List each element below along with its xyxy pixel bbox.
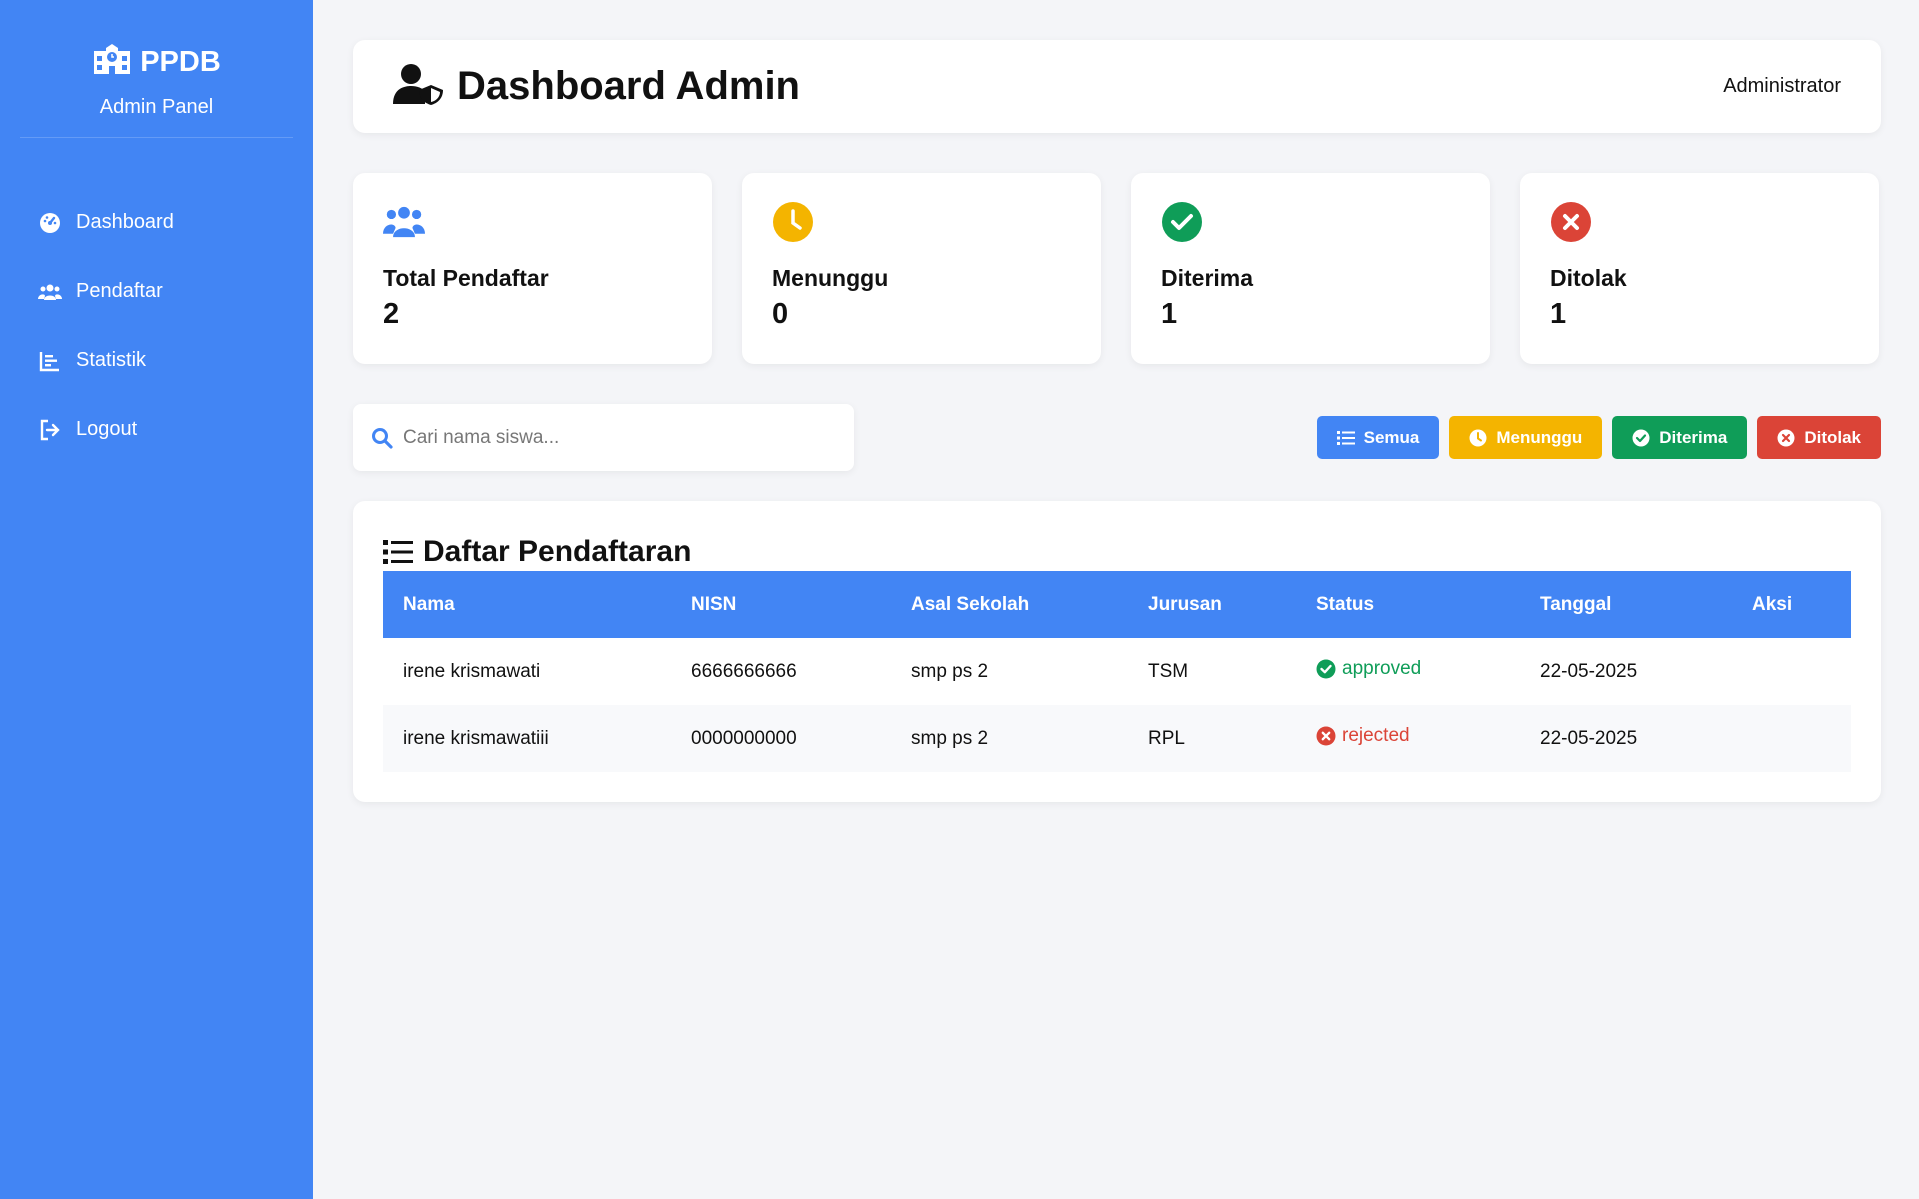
stat-card-menunggu: Menunggu 0: [742, 173, 1101, 364]
stat-value: 0: [772, 298, 789, 330]
x-circle-icon: [1550, 201, 1592, 243]
brand-name: PPDB: [140, 45, 221, 78]
stat-value: 2: [383, 298, 400, 330]
stat-label: Menunggu: [772, 265, 889, 291]
cell-tanggal: 22-05-2025: [1540, 660, 1638, 682]
users-icon: [38, 284, 62, 300]
school-icon: [92, 42, 132, 82]
sidebar-item-label: Logout: [76, 418, 138, 440]
column-header: Asal Sekolah: [891, 571, 1128, 638]
header-left: Dashboard Admin: [393, 63, 800, 110]
column-header: Status: [1296, 571, 1520, 638]
sidebar-item-label: Dashboard: [76, 211, 174, 233]
x-circle-icon: [1777, 429, 1795, 446]
filter-semua-button[interactable]: Semua: [1316, 416, 1440, 459]
page-title: Dashboard Admin: [457, 64, 800, 108]
status-badge: rejected: [1316, 725, 1410, 747]
users-icon: [383, 201, 425, 243]
column-header: Aksi: [1732, 571, 1851, 638]
toolbar: Semua Menunggu Diterima Ditolak: [353, 404, 1881, 471]
sidebar-item-label: Pendaftar: [76, 280, 163, 302]
list-icon: [383, 540, 413, 564]
filter-diterima-button[interactable]: Diterima: [1612, 416, 1748, 459]
check-circle-icon: [1161, 201, 1203, 243]
stat-label: Diterima: [1161, 265, 1254, 291]
column-header: Tanggal: [1520, 571, 1732, 638]
gauge-icon: [40, 212, 60, 233]
check-circle-icon: [1632, 429, 1650, 446]
status-text: approved: [1342, 658, 1422, 679]
cell-status: approved: [1296, 638, 1520, 705]
sidebar-item-pendaftar[interactable]: Pendaftar: [0, 257, 313, 326]
check-circle-icon: [1316, 659, 1336, 679]
brand: PPDB Admin Panel: [20, 0, 293, 138]
column-header: Nama: [383, 571, 671, 638]
sidebar-item-label: Statistik: [76, 349, 147, 371]
filter-ditolak-button[interactable]: Ditolak: [1757, 416, 1881, 459]
clock-icon: [1469, 429, 1487, 446]
cell-aksi: [1732, 705, 1851, 772]
registration-table: Nama NISN Asal Sekolah Jurusan Status Ta…: [383, 571, 1851, 772]
cell-asal-sekolah: smp ps 2: [911, 660, 989, 682]
cell-jurusan: RPL: [1128, 705, 1296, 772]
cell-nisn: 0000000000: [671, 705, 891, 772]
search-box: [353, 404, 854, 471]
clock-icon: [772, 201, 814, 243]
cell-tanggal: 22-05-2025: [1520, 705, 1732, 772]
cell-status: rejected: [1296, 705, 1520, 772]
sidebar: PPDB Admin Panel Dashboard Pendaftar Sta…: [0, 0, 313, 1199]
stat-card-diterima: Diterima 1: [1131, 173, 1490, 364]
search-input[interactable]: [403, 426, 836, 449]
column-header: NISN: [671, 571, 891, 638]
cell-nisn: 6666666666: [691, 660, 797, 682]
stat-label: Total Pendaftar: [383, 265, 549, 291]
stat-value: 1: [1161, 298, 1178, 330]
cell-jurusan: TSM: [1148, 660, 1189, 682]
filter-label: Diterima: [1659, 427, 1728, 447]
cell-nama: irene krismawatiii: [383, 705, 671, 772]
panel-title-text: Daftar Pendaftaran: [423, 535, 692, 568]
filter-menunggu-button[interactable]: Menunggu: [1449, 416, 1603, 459]
column-header: Jurusan: [1128, 571, 1296, 638]
stat-card-ditolak: Ditolak 1: [1520, 173, 1879, 364]
logout-icon: [40, 419, 60, 440]
sidebar-item-dashboard[interactable]: Dashboard: [0, 188, 313, 257]
stat-card-total: Total Pendaftar 2: [353, 173, 712, 364]
status-filters: Semua Menunggu Diterima Ditolak: [1316, 416, 1881, 459]
brand-title: PPDB: [20, 42, 293, 82]
user-shield-icon: [393, 63, 445, 110]
search-icon: [372, 427, 393, 449]
stat-label: Ditolak: [1550, 265, 1627, 291]
filter-label: Semua: [1363, 427, 1420, 447]
filter-label: Ditolak: [1804, 427, 1861, 447]
page-header: Dashboard Admin Administrator: [353, 40, 1881, 133]
sidebar-item-statistik[interactable]: Statistik: [0, 326, 313, 395]
stat-cards: Total Pendaftar 2 Menunggu 0 Diterima 1 …: [353, 173, 1881, 364]
filter-label: Menunggu: [1496, 427, 1583, 447]
table-row: irene krismawatiii 0000000000 smp ps 2 R…: [383, 705, 1851, 772]
sidebar-item-logout[interactable]: Logout: [0, 395, 313, 464]
table-header-row: Nama NISN Asal Sekolah Jurusan Status Ta…: [383, 571, 1851, 638]
x-circle-icon: [1316, 726, 1336, 746]
user-name: Administrator: [1723, 75, 1841, 97]
cell-nama: irene krismawati: [403, 660, 541, 682]
list-icon: [1336, 430, 1355, 445]
cell-aksi: [1732, 638, 1851, 705]
panel-title: Daftar Pendaftaran: [383, 535, 1851, 569]
cell-asal-sekolah: smp ps 2: [891, 705, 1128, 772]
table-row: irene krismawati 6666666666 smp ps 2 TSM…: [383, 638, 1851, 705]
brand-subtitle: Admin Panel: [99, 96, 214, 118]
status-text: rejected: [1342, 725, 1410, 746]
status-badge: approved: [1316, 658, 1421, 680]
sidebar-nav: Dashboard Pendaftar Statistik Logout: [0, 188, 313, 464]
registration-panel: Daftar Pendaftaran Nama NISN Asal Sekola…: [353, 501, 1881, 802]
stat-value: 1: [1550, 298, 1567, 330]
chart-icon: [39, 351, 59, 371]
main-content: Dashboard Admin Administrator Total Pend…: [353, 40, 1881, 802]
